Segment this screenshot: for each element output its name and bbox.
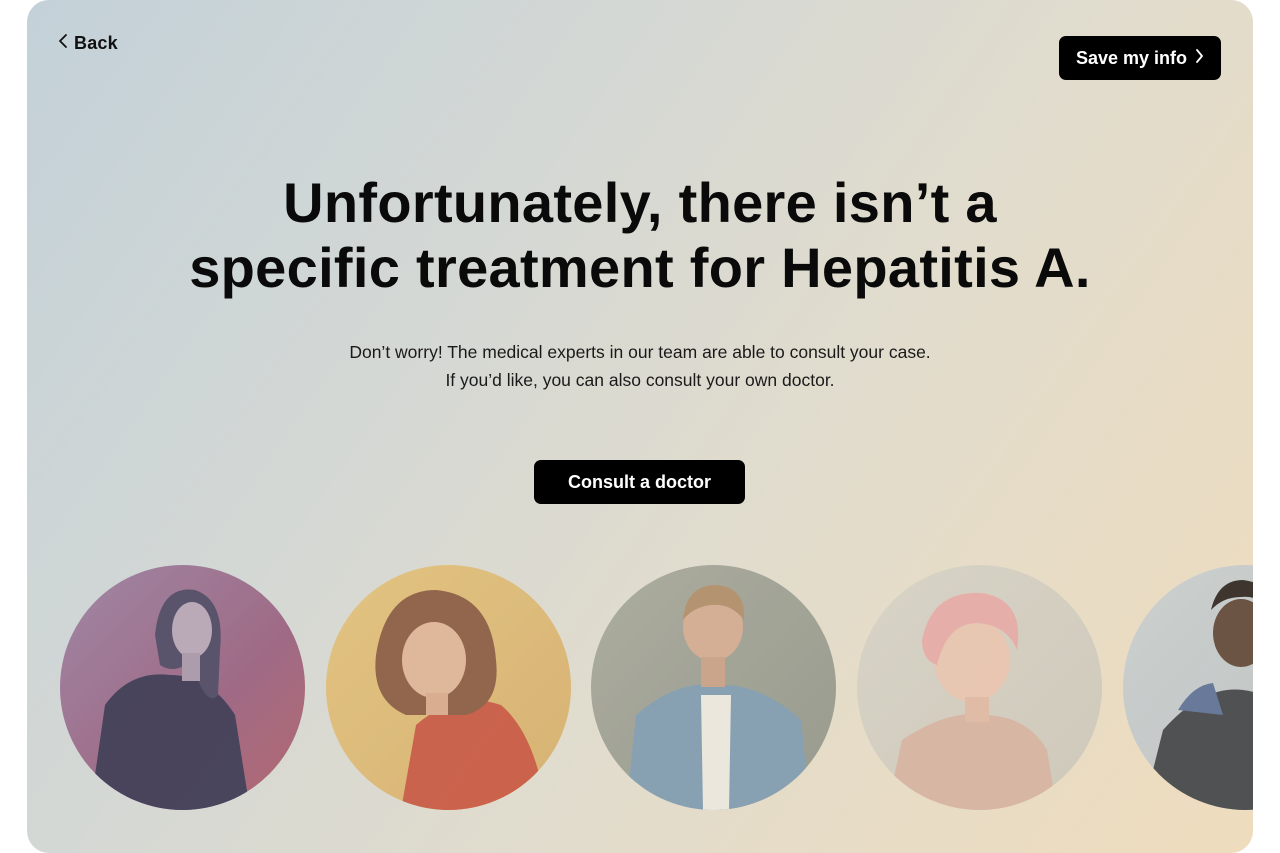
chevron-right-icon — [1195, 48, 1204, 69]
doctor-photo-5 — [1123, 565, 1253, 810]
doctor-photo-2 — [326, 565, 571, 810]
consult-a-doctor-button[interactable]: Consult a doctor — [534, 460, 745, 504]
doctor-photo-4 — [857, 565, 1102, 810]
page-subtext: Don’t worry! The medical experts in our … — [27, 338, 1253, 394]
doctor-photo-3 — [591, 565, 836, 810]
page-headline: Unfortunately, there isn’t a specific tr… — [27, 170, 1253, 300]
back-label: Back — [74, 33, 118, 53]
save-label: Save my info — [1075, 47, 1188, 68]
chevron-left-icon — [58, 33, 68, 54]
headline-line-1: Unfortunately, there isn’t a — [283, 171, 997, 234]
page-card: Back Save my info Unfortunately, there i… — [27, 0, 1253, 853]
back-button[interactable]: Back — [58, 33, 118, 54]
subtext-line-1: Don’t worry! The medical experts in our … — [349, 342, 931, 362]
save-my-info-button[interactable]: Save my info — [1059, 36, 1221, 80]
doctor-photo-1 — [60, 565, 305, 810]
headline-line-2: specific treatment for Hepatitis A. — [189, 236, 1091, 299]
subtext-line-2: If you’d like, you can also consult your… — [445, 370, 835, 390]
